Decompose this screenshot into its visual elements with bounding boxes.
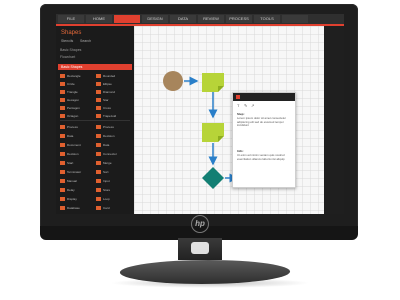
tab-data[interactable]: DATA [170, 15, 196, 23]
shape-label: Data [67, 134, 74, 138]
shape-icon [96, 74, 101, 78]
sidebar-title: Shapes [61, 30, 82, 36]
shape-label: Card [103, 206, 110, 210]
screen: FILE HOME DESIGN DATA REVIEW PROCESS TOO… [56, 14, 344, 214]
shape-label: Sort [103, 170, 109, 174]
tab-design[interactable]: DESIGN [142, 15, 168, 23]
shape-label: Process [103, 125, 114, 129]
shape-label: Hexagon [67, 98, 80, 102]
shape-icon [60, 106, 65, 110]
shape-label: Star [103, 98, 109, 102]
shape-label: Triangle [67, 90, 78, 94]
shape-label: Process [67, 125, 78, 129]
shape-icon [60, 170, 65, 174]
right-panel-strip [324, 26, 344, 214]
tab-extra[interactable] [282, 15, 308, 23]
shape-label: Pentagon [67, 106, 80, 110]
shape-label: Data [103, 143, 110, 147]
pen-tool-icon[interactable]: ✎ [244, 103, 247, 108]
stand-cable-hole [191, 242, 209, 254]
shape-label: Octagon [67, 114, 79, 118]
shape-label: Trapezoid [103, 114, 117, 118]
ribbon-tabs: FILE HOME DESIGN DATA REVIEW PROCESS TOO… [56, 14, 344, 24]
shape-icon [60, 74, 65, 78]
tab-active[interactable] [114, 15, 140, 23]
shape-icon [96, 161, 101, 165]
arrow-tool-icon[interactable]: ↗ [251, 103, 254, 108]
note-paragraph-2: Ut enim ad minim veniam quis nostrud exe… [237, 153, 285, 161]
tab-process[interactable]: PROCESS [226, 15, 252, 23]
tab-tools[interactable]: TOOLS [254, 15, 280, 23]
shape-label: Decision [103, 134, 115, 138]
sidebar-item-selected[interactable]: Basic Shapes [58, 64, 132, 70]
shape-label: Terminator [67, 170, 82, 174]
shape-icon [96, 114, 101, 118]
shape-icon [60, 179, 65, 183]
notes-accent-icon [236, 95, 240, 99]
shape-icon [96, 179, 101, 183]
shape-icon [96, 170, 101, 174]
sidebar-item-basic[interactable]: Basic Shapes [60, 48, 81, 52]
shape-label: Start [67, 161, 74, 165]
hp-logo: hp [191, 215, 209, 233]
shape-icon [60, 143, 65, 147]
shape-label: Cross [103, 106, 111, 110]
decision-diamond-shape [202, 167, 224, 189]
sidebar-item-flowchart[interactable]: Flowchart [60, 55, 75, 59]
shape-icon [96, 197, 101, 201]
start-circle-shape [163, 71, 183, 91]
shape-icon [96, 125, 101, 129]
shape-label: Loop [103, 197, 110, 201]
shape-label: Decision [67, 152, 79, 156]
shape-label: Display [67, 197, 77, 201]
sidebar-selected-label: Basic Shapes [61, 65, 83, 69]
shape-label: Document [67, 143, 81, 147]
shape-label: Rounded [103, 74, 116, 78]
tab-review[interactable]: REVIEW [198, 15, 224, 23]
shape-label: Ellipse [103, 82, 112, 86]
shape-icon [60, 134, 65, 138]
shape-icon [96, 152, 101, 156]
shape-icon [60, 152, 65, 156]
shape-icon [60, 98, 65, 102]
shape-icon [60, 197, 65, 201]
tab-home[interactable]: HOME [86, 15, 112, 23]
shape-icon [60, 125, 65, 129]
shape-icon [96, 90, 101, 94]
shape-icon [96, 143, 101, 147]
shape-icon [60, 82, 65, 86]
shape-icon [96, 82, 101, 86]
tab-file[interactable]: FILE [58, 15, 84, 23]
shape-label: Connector [103, 152, 117, 156]
shape-label: Circle [67, 82, 75, 86]
shape-label: Database [67, 206, 80, 210]
notes-panel: T ✎ ↗ Step: Lorem ipsum dolor sit amet c… [232, 92, 296, 188]
sidebar-tab-search[interactable]: Search [80, 39, 91, 43]
shape-icon [96, 134, 101, 138]
shape-label: Diamond [103, 90, 116, 94]
sidebar-divider [60, 120, 130, 121]
shape-icon [96, 106, 101, 110]
text-tool-icon[interactable]: T [237, 103, 239, 108]
shape-icon [60, 114, 65, 118]
shape-label: Rectangle [67, 74, 81, 78]
shape-label: Merge [103, 161, 112, 165]
shape-icon [60, 188, 65, 192]
note-paragraph-1: Lorem ipsum dolor sit amet consectetur a… [237, 116, 286, 128]
sidebar-tab-stencils[interactable]: Stencils [61, 39, 73, 43]
shape-label: Store [103, 188, 111, 192]
shape-icon [60, 206, 65, 210]
shape-label: Input [103, 179, 110, 183]
shape-icon [96, 98, 101, 102]
shape-icon [60, 90, 65, 94]
notes-header [233, 93, 295, 101]
shape-icon [60, 161, 65, 165]
shape-icon [96, 206, 101, 210]
shapes-sidebar: Shapes Stencils Search Basic Shapes Flow… [56, 26, 134, 214]
shape-icon [96, 188, 101, 192]
shape-label: Manual [67, 179, 77, 183]
shape-label: Delay [67, 188, 75, 192]
